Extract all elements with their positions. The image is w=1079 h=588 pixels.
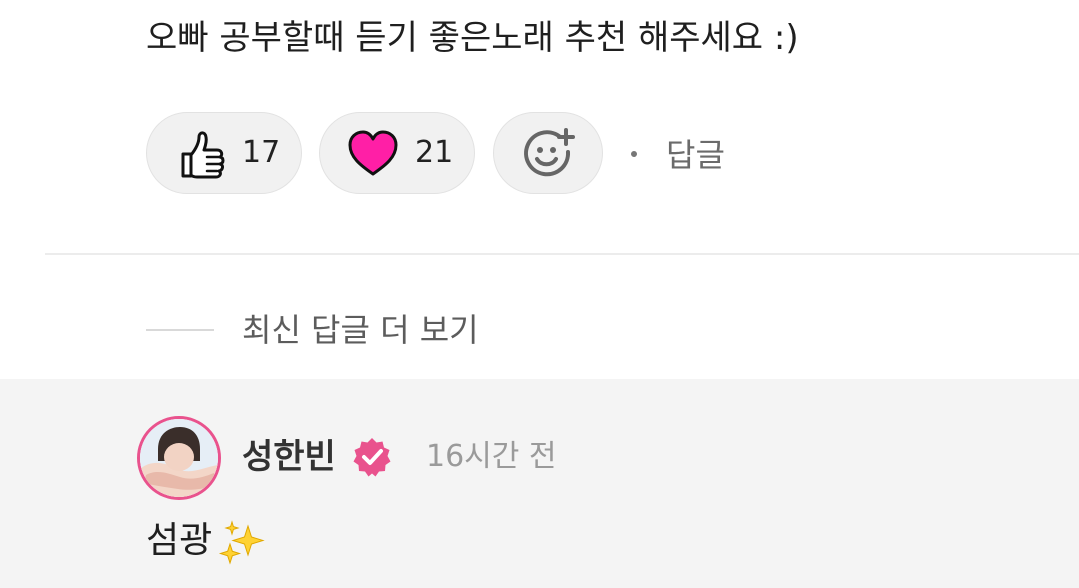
- reply-author[interactable]: 성한빈: [242, 434, 336, 480]
- sparkles-icon: [218, 520, 268, 570]
- heart-icon: [346, 128, 400, 182]
- more-replies-line: [146, 329, 214, 331]
- reply-button[interactable]: 답글: [666, 133, 725, 177]
- reply-text: 섬광: [146, 520, 213, 561]
- comment-text: 오빠 공부할때 듣기 좋은노래 추천 해주세요 :): [146, 18, 799, 58]
- heart-count: 21: [415, 135, 454, 170]
- avatar-photo: [140, 419, 218, 497]
- avatar[interactable]: [137, 416, 221, 500]
- reply-timestamp: 16시간 전: [426, 439, 557, 474]
- verified-badge-icon: [351, 436, 393, 482]
- divider: [45, 253, 1079, 255]
- separator-dot: [631, 151, 637, 157]
- more-replies-button[interactable]: 최신 답글 더 보기: [242, 308, 479, 352]
- like-reaction-button[interactable]: 17: [146, 112, 302, 194]
- thumbs-up-icon: [177, 128, 227, 184]
- add-emoji-icon: [521, 126, 577, 186]
- like-count: 17: [242, 135, 281, 170]
- add-reaction-button[interactable]: [493, 112, 603, 194]
- heart-reaction-button[interactable]: 21: [319, 112, 475, 194]
